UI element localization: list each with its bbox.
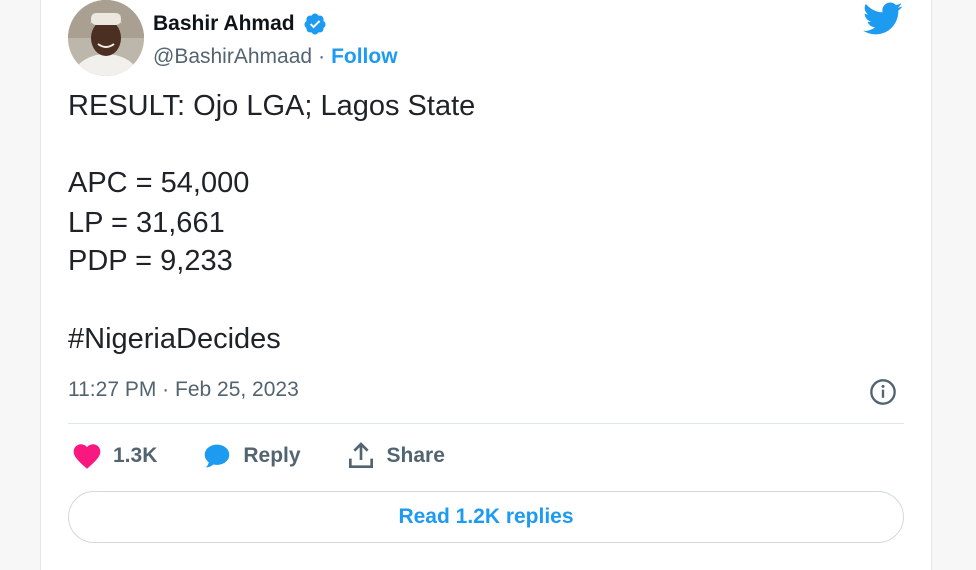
tweet-text-apc: APC = 54,000 [68, 167, 250, 199]
share-button[interactable]: Share [345, 440, 445, 472]
reply-button[interactable]: Reply [201, 440, 301, 472]
heart-icon [73, 444, 101, 469]
handle-row: @BashirAhmaad · Follow [153, 45, 398, 69]
tweet-text-result: RESULT: Ojo LGA; Lagos State [68, 90, 476, 122]
reply-label: Reply [243, 444, 301, 467]
share-label: Share [386, 444, 445, 467]
speech-bubble-icon [205, 444, 230, 468]
separator-dot: · [318, 45, 326, 68]
divider [68, 423, 904, 424]
tweet-text-lp: LP = 31,661 [68, 207, 225, 239]
author-name[interactable]: Bashir Ahmad [153, 12, 295, 36]
follow-button[interactable]: Follow [331, 45, 398, 69]
read-replies-button[interactable]: Read 1.2K replies [68, 491, 904, 543]
like-button[interactable]: 1.3K [71, 440, 157, 472]
avatar[interactable] [68, 0, 144, 76]
read-replies-label: Read 1.2K replies [398, 505, 574, 528]
share-upload-icon [348, 442, 373, 468]
author-handle[interactable]: @BashirAhmaad [153, 45, 312, 69]
author-name-row: Bashir Ahmad [153, 12, 327, 36]
tweet-text-pdp: PDP = 9,233 [68, 245, 233, 277]
avatar-image [68, 0, 144, 76]
info-icon[interactable] [869, 378, 897, 406]
hashtag-link[interactable]: #NigeriaDecides [68, 323, 281, 356]
tweet-timestamp[interactable]: 11:27 PM · Feb 25, 2023 [68, 378, 299, 402]
likes-count: 1.3K [113, 444, 158, 467]
verified-badge-icon [303, 12, 327, 36]
action-bar: 1.3K Reply Share [71, 440, 489, 472]
twitter-bird-icon[interactable] [863, 2, 903, 36]
tweet-card: Bashir Ahmad @BashirAhmaad · Follow RESU… [40, 0, 932, 570]
